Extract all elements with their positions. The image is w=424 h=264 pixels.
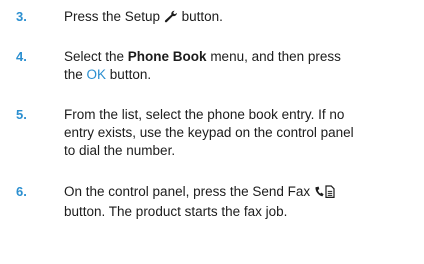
step-text: Select the Phone Book menu, and then pre… [64,48,354,84]
step-text-part: button. [106,67,152,82]
send-fax-icon [314,185,336,203]
step-number: 3. [16,9,27,24]
step-text-part: Select the [64,49,128,64]
ok-button-label: OK [86,67,107,82]
step-text: On the control panel, press the Send Fax… [64,183,354,221]
step-text-part: Press the Setup [64,9,164,24]
step-number: 4. [16,49,27,64]
step-text-part: button. [177,9,223,24]
menu-name: Phone Book [127,49,207,64]
wrench-icon [164,10,178,28]
step-text-part: button. The product starts the fax job. [64,204,288,219]
step-number: 6. [16,184,27,199]
step-text: Press the Setup button. [64,8,354,28]
step-number: 5. [16,107,27,122]
step-text: From the list, select the phone book ent… [64,107,354,158]
step-text-part: On the control panel, press the Send Fax [64,184,314,199]
